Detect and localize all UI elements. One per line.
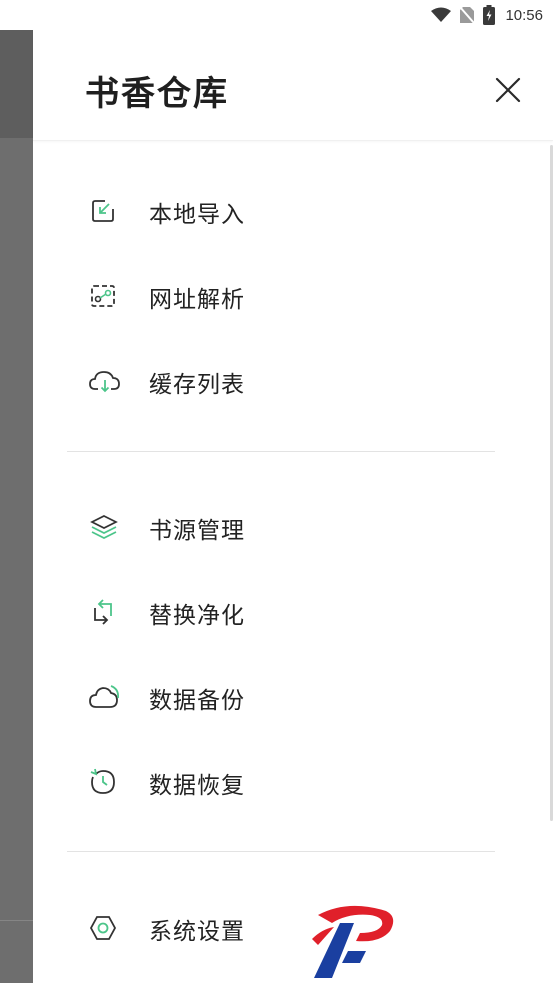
close-icon xyxy=(495,77,521,103)
settings-hexagon-icon xyxy=(89,914,117,942)
menu-item-system-settings[interactable]: 系统设置 xyxy=(33,892,513,962)
menu-item-label: 数据恢复 xyxy=(149,773,245,799)
status-icons: 10:56 xyxy=(431,4,543,26)
import-icon xyxy=(89,197,117,225)
no-sim-icon xyxy=(459,6,476,24)
menu-item-book-source[interactable]: 书源管理 xyxy=(33,491,513,561)
restore-clock-icon xyxy=(89,768,117,796)
status-bar: 10:56 xyxy=(0,0,553,30)
close-button[interactable] xyxy=(488,70,528,110)
layers-icon xyxy=(89,513,118,541)
cloud-backup-icon xyxy=(89,683,120,711)
swap-icon xyxy=(89,598,117,626)
menu-item-local-import[interactable]: 本地导入 xyxy=(33,175,513,245)
menu-item-label: 数据备份 xyxy=(149,688,245,714)
menu-item-label: 缓存列表 xyxy=(149,372,245,398)
drawer-title: 书香仓库 xyxy=(85,74,229,114)
watermark-logo xyxy=(308,903,398,978)
menu-item-label: 网址解析 xyxy=(149,287,245,313)
battery-charging-icon xyxy=(483,5,496,25)
wifi-icon xyxy=(431,7,452,23)
background-scrim[interactable] xyxy=(0,30,33,983)
scrim-divider xyxy=(0,920,33,921)
menu-item-data-backup[interactable]: 数据备份 xyxy=(33,661,513,731)
menu-item-label: 替换净化 xyxy=(149,603,245,629)
menu-item-replace-purify[interactable]: 替换净化 xyxy=(33,576,513,646)
status-time: 10:56 xyxy=(505,6,543,24)
section-divider xyxy=(67,851,495,852)
url-parse-icon xyxy=(89,282,117,310)
drawer-header: 书香仓库 xyxy=(33,30,553,141)
navigation-drawer: 书香仓库 本地导入 网址解析 缓存列表 书源管理 替换净化 数据备份 数据恢复 … xyxy=(33,30,553,983)
scrim-toolbar-shade xyxy=(0,30,33,138)
menu-item-cache-list[interactable]: 缓存列表 xyxy=(33,345,513,415)
menu-item-url-parse[interactable]: 网址解析 xyxy=(33,260,513,330)
menu-item-label: 系统设置 xyxy=(149,919,245,945)
cloud-download-icon xyxy=(89,367,120,395)
menu-item-data-restore[interactable]: 数据恢复 xyxy=(33,746,513,816)
menu-item-label: 本地导入 xyxy=(149,202,245,228)
menu-item-label: 书源管理 xyxy=(149,518,245,544)
section-divider xyxy=(67,451,495,452)
